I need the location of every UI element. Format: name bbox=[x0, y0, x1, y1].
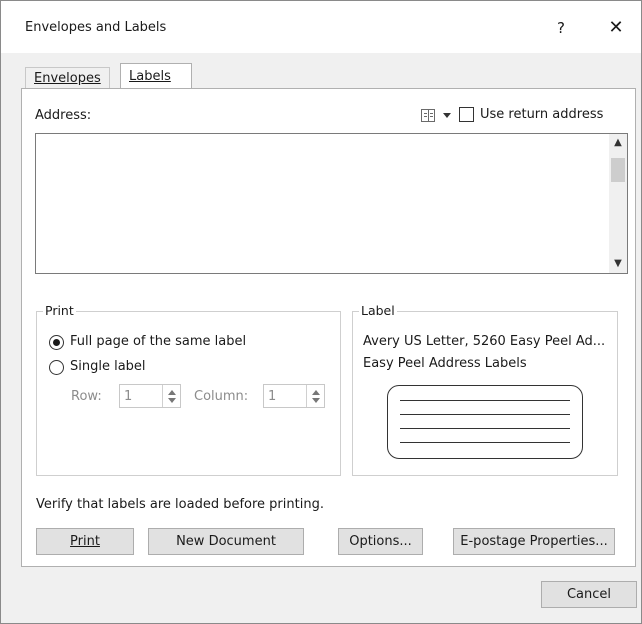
envelopes-labels-dialog: Envelopes and Labels ? ✕ Envelopes Label… bbox=[0, 0, 642, 624]
address-scrollbar[interactable]: ▲ ▼ bbox=[609, 134, 627, 273]
print-button-label: Print bbox=[70, 534, 100, 549]
scroll-down-icon[interactable]: ▼ bbox=[609, 255, 627, 273]
row-stepper[interactable]: 1 bbox=[119, 384, 181, 408]
tab-labels[interactable]: Labels bbox=[120, 63, 192, 89]
title-bar: Envelopes and Labels ? ✕ bbox=[1, 1, 641, 53]
help-button[interactable]: ? bbox=[546, 13, 576, 43]
single-label-label[interactable]: Single label bbox=[70, 359, 146, 374]
label-group[interactable]: Label Avery US Letter, 5260 Easy Peel Ad… bbox=[352, 303, 618, 476]
print-group-title: Print bbox=[43, 303, 76, 318]
epostage-button-label: E-postage Properties... bbox=[460, 534, 608, 549]
stepper-down-icon[interactable] bbox=[312, 398, 320, 403]
address-book-icon-line bbox=[424, 113, 427, 114]
label-product-type: Easy Peel Address Labels bbox=[363, 356, 527, 371]
address-book-icon-line bbox=[430, 116, 433, 117]
options-button[interactable]: Options... bbox=[338, 528, 423, 555]
label-preview-line bbox=[400, 442, 570, 443]
new-document-button-label: New Document bbox=[176, 534, 276, 549]
chevron-down-icon[interactable] bbox=[443, 113, 451, 118]
label-product-name: Avery US Letter, 5260 Easy Peel Ad... bbox=[363, 334, 606, 349]
use-return-address-label[interactable]: Use return address bbox=[480, 107, 603, 122]
address-book-icon-line bbox=[424, 116, 427, 117]
print-group: Print Full page of the same label Single… bbox=[36, 303, 341, 476]
single-label-radio[interactable] bbox=[49, 360, 64, 375]
row-stepper-buttons[interactable] bbox=[162, 385, 180, 407]
verify-message: Verify that labels are loaded before pri… bbox=[36, 497, 324, 512]
print-button[interactable]: Print bbox=[36, 528, 134, 555]
label-preview bbox=[387, 385, 583, 459]
dialog-title: Envelopes and Labels bbox=[25, 20, 167, 35]
labels-tab-panel: Address: Use return address ▲ ▼ Print Fu… bbox=[21, 88, 636, 567]
column-stepper[interactable]: 1 bbox=[263, 384, 325, 408]
epostage-properties-button[interactable]: E-postage Properties... bbox=[453, 528, 615, 555]
full-page-radio[interactable] bbox=[49, 335, 64, 350]
full-page-label[interactable]: Full page of the same label bbox=[70, 334, 246, 349]
options-button-label: Options... bbox=[349, 534, 412, 549]
label-preview-line bbox=[400, 400, 570, 401]
tab-labels-label: Labels bbox=[129, 69, 171, 84]
new-document-button[interactable]: New Document bbox=[148, 528, 304, 555]
stepper-up-icon[interactable] bbox=[312, 390, 320, 395]
label-group-title: Label bbox=[359, 303, 397, 318]
cancel-button-label: Cancel bbox=[566, 587, 612, 602]
scroll-thumb[interactable] bbox=[611, 158, 625, 182]
address-book-icon[interactable] bbox=[421, 109, 435, 122]
address-label: Address: bbox=[35, 108, 92, 123]
row-value: 1 bbox=[124, 389, 133, 404]
label-preview-line bbox=[400, 414, 570, 415]
column-stepper-buttons[interactable] bbox=[306, 385, 324, 407]
scroll-up-icon[interactable]: ▲ bbox=[609, 134, 627, 152]
tab-envelopes[interactable]: Envelopes bbox=[25, 67, 110, 89]
column-label: Column: bbox=[194, 389, 249, 404]
address-textarea[interactable]: ▲ ▼ bbox=[35, 133, 628, 274]
cancel-button[interactable]: Cancel bbox=[541, 581, 637, 608]
stepper-down-icon[interactable] bbox=[168, 398, 176, 403]
address-book-icon-line bbox=[430, 113, 433, 114]
tab-envelopes-label: Envelopes bbox=[34, 71, 101, 86]
label-preview-line bbox=[400, 428, 570, 429]
close-button[interactable]: ✕ bbox=[599, 13, 633, 43]
column-value: 1 bbox=[268, 389, 277, 404]
row-label: Row: bbox=[71, 389, 102, 404]
use-return-address-checkbox[interactable] bbox=[459, 107, 474, 122]
stepper-up-icon[interactable] bbox=[168, 390, 176, 395]
